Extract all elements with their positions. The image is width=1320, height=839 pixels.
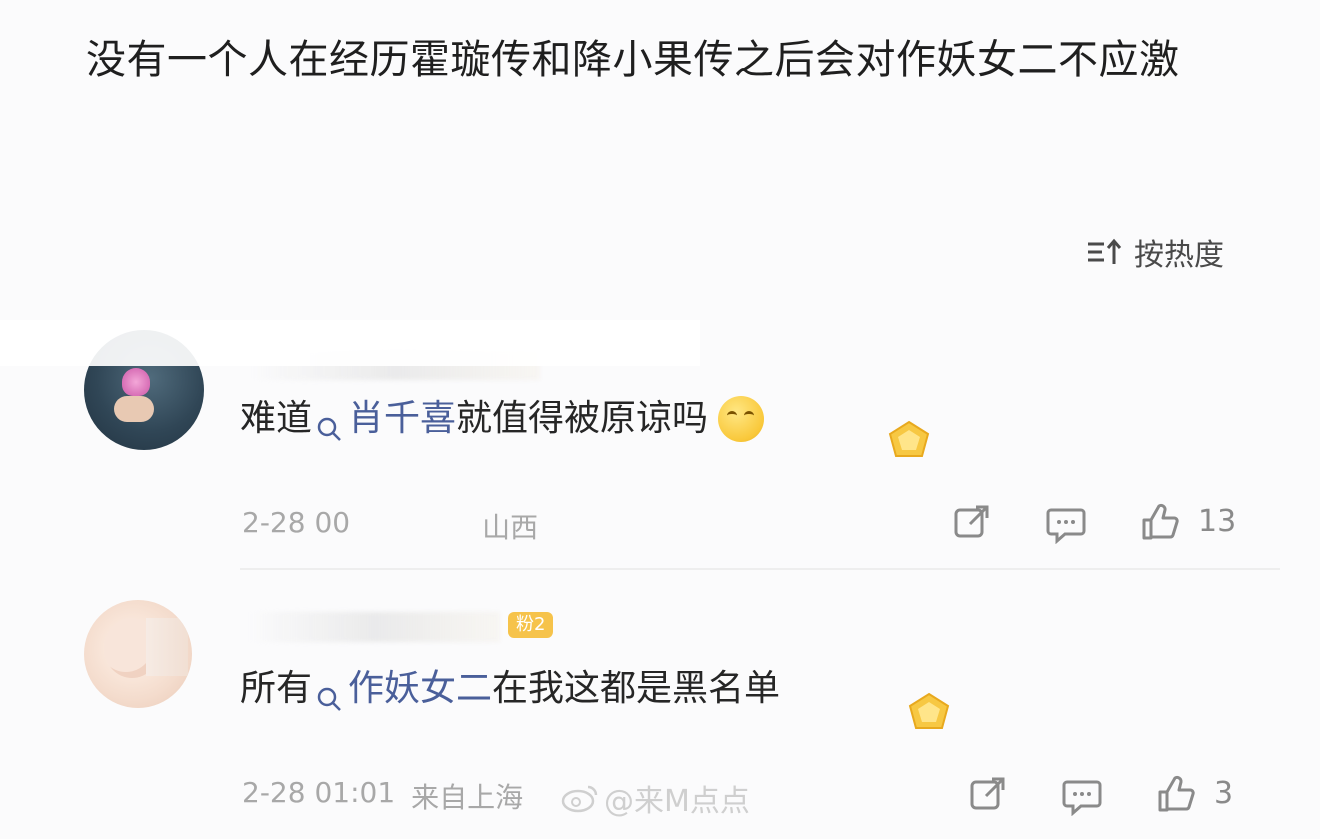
comment-divider <box>240 568 1280 570</box>
mosaic-mask <box>146 618 188 676</box>
topic-link[interactable]: 作妖女二 <box>312 664 492 714</box>
lotus-image <box>122 368 150 396</box>
reply-icon[interactable] <box>1062 776 1102 816</box>
comment-item: 难道 肖千喜 就值得被原谅吗 2-28 00 山西 13 <box>0 320 1320 570</box>
comment-date: 2-28 01:01 <box>242 776 396 809</box>
gold-medal-icon <box>908 692 950 729</box>
weibo-logo-icon <box>561 785 598 813</box>
topic-link-label: 肖千喜 <box>348 398 457 439</box>
hand-image <box>114 396 154 422</box>
share-icon[interactable] <box>952 502 992 542</box>
comment-text-prefix: 难道 <box>240 398 313 439</box>
sort-icon <box>1086 238 1122 266</box>
commenter-avatar[interactable] <box>84 600 192 708</box>
thinking-face-emoji-icon <box>718 396 765 442</box>
comment-date: 2-28 00 <box>242 506 351 539</box>
search-icon <box>316 406 342 441</box>
commenter-name-blurred[interactable] <box>250 612 500 642</box>
topic-link-label: 作妖女二 <box>348 668 493 709</box>
sort-by-hot-button[interactable]: 按热度 <box>1086 232 1224 273</box>
watermark-text: @来M点点 <box>604 784 750 819</box>
gold-medal-icon <box>888 420 930 457</box>
comment-text-suffix: 就值得被原谅吗 <box>456 398 709 439</box>
like-thumb-icon[interactable] <box>1156 774 1196 814</box>
sort-label: 按热度 <box>1134 238 1224 273</box>
watermark: @来M点点 <box>560 776 750 820</box>
comment-meta: 2-28 01:01 来自上海 <box>242 776 523 816</box>
like-count: 3 <box>1214 776 1234 811</box>
post-title: 没有一个人在经历霍璇传和降小果传之后会对作妖女二不应激 <box>86 37 1180 83</box>
share-icon[interactable] <box>968 774 1008 814</box>
fan-level-badge: 粉2 <box>508 612 554 638</box>
comment-text-suffix: 在我这都是黑名单 <box>492 668 781 709</box>
comment-text: 所有 作妖女二 在我这都是黑名单 <box>240 664 780 714</box>
comment-text-prefix: 所有 <box>240 668 313 709</box>
search-icon <box>316 676 342 711</box>
comment-text: 难道 肖千喜 就值得被原谅吗 <box>240 394 765 444</box>
comment-meta: 2-28 00 山西 <box>242 506 538 546</box>
comment-location: 山西 <box>482 511 539 544</box>
reply-icon[interactable] <box>1046 504 1086 544</box>
like-thumb-icon[interactable] <box>1140 502 1180 542</box>
comment-location: 来自上海 <box>411 781 524 814</box>
like-count: 13 <box>1198 504 1237 539</box>
privacy-mask <box>0 320 700 366</box>
topic-link[interactable]: 肖千喜 <box>312 394 456 444</box>
